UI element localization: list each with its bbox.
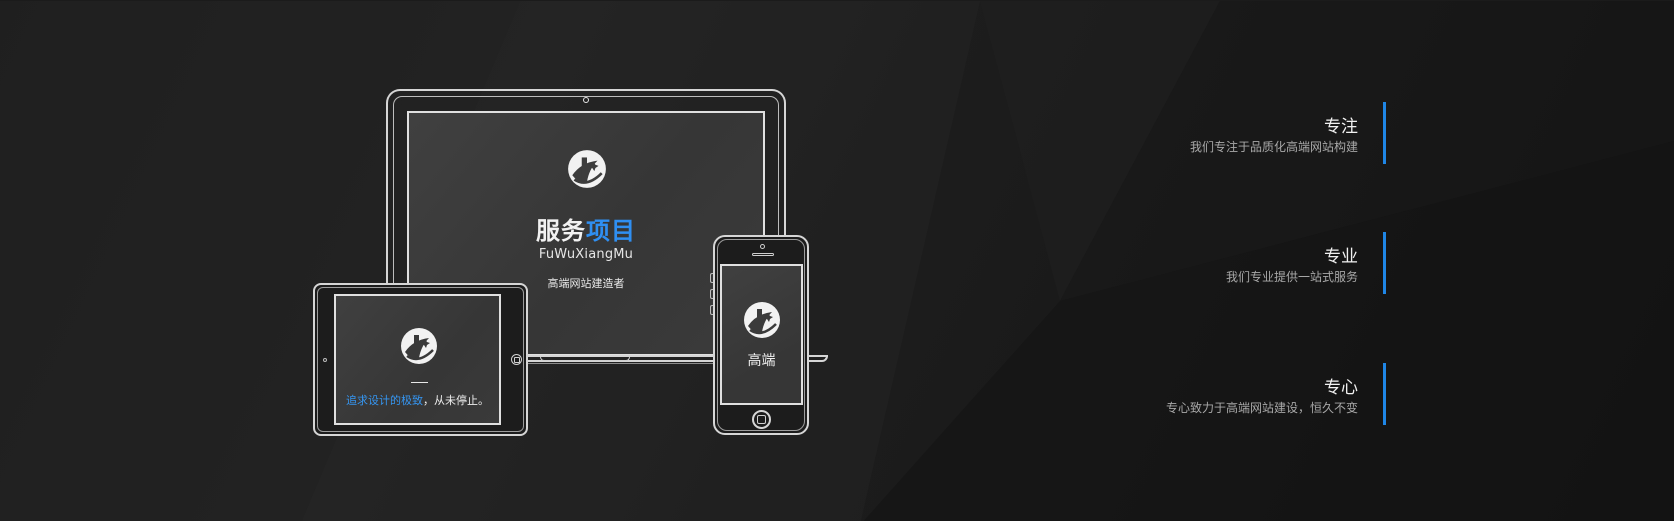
slogan-blue-part: 追求设计的极致 [346, 394, 423, 407]
feature-item-dedicated: 专心 专心致力于高端网站建设，恒久不变 [1038, 363, 1386, 425]
feature-accent-bar [1383, 102, 1386, 164]
phone-camera-icon [760, 244, 765, 249]
brand-logo-icon [399, 326, 439, 366]
tablet-device: 追求设计的极致，从未停止。 [313, 283, 528, 436]
phone-speaker [752, 253, 774, 256]
title-white-part: 服务 [536, 217, 586, 245]
phone-screen: 高端 [720, 264, 803, 405]
phone-volume-button [710, 305, 713, 315]
tablet-camera-icon [323, 358, 327, 362]
brand-logo-icon [566, 148, 608, 190]
phone-label: 高端 [747, 353, 776, 369]
laptop-title: 服务项目 [409, 211, 763, 246]
phone-home-button-icon [752, 410, 771, 429]
feature-accent-bar [1383, 232, 1386, 294]
camera-icon [583, 97, 589, 103]
brand-logo-icon [742, 300, 782, 340]
phone-device: 高端 [710, 235, 809, 435]
laptop-notch [540, 357, 630, 361]
phone-volume-button [710, 273, 713, 283]
slogan-white-part: ，从未停止。 [423, 394, 489, 407]
title-blue-part: 项目 [586, 217, 636, 245]
tablet-slogan: 追求设计的极致，从未停止。 [336, 392, 499, 408]
feature-item-focus: 专注 我们专注于品质化高端网站构建 [1038, 102, 1386, 164]
feature-accent-bar [1383, 363, 1386, 425]
feature-title: 专注 [1324, 117, 1358, 137]
laptop-subtitle: FuWuXiangMu [538, 247, 634, 262]
tablet-screen: 追求设计的极致，从未停止。 [334, 294, 501, 425]
background-facets [0, 1, 1674, 521]
feature-title: 专业 [1324, 247, 1358, 267]
feature-desc: 我们专注于品质化高端网站构建 [1189, 140, 1358, 154]
services-banner: 服务项目 FuWuXiangMu 高端网站建造者 追求设计的极致，从未停止。 高… [0, 0, 1674, 524]
feature-item-professional: 专业 我们专业提供一站式服务 [1038, 232, 1386, 294]
phone-volume-button [710, 289, 713, 299]
tablet-divider [411, 382, 428, 383]
feature-title: 专心 [1324, 378, 1358, 398]
feature-desc: 专心致力于高端网站建设，恒久不变 [1165, 401, 1358, 415]
tablet-home-button-icon [511, 354, 522, 365]
feature-desc: 我们专业提供一站式服务 [1225, 270, 1358, 284]
